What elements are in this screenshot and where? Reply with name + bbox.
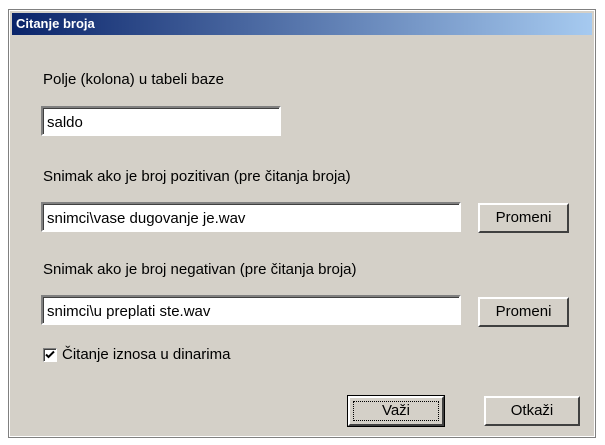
ok-button-label: Važi	[381, 402, 411, 419]
positive-change-button-label: Promeni	[495, 209, 552, 226]
ok-button[interactable]: Važi	[347, 395, 445, 427]
cancel-button[interactable]: Otkaži	[484, 396, 580, 426]
dialog-window: Citanje broja Polje (kolona) u tabeli ba…	[9, 10, 595, 437]
cancel-button-label: Otkaži	[510, 402, 554, 419]
field-label: Polje (kolona) u tabeli baze	[43, 71, 224, 88]
negative-change-button-label: Promeni	[495, 303, 552, 320]
negative-recording-input[interactable]: snimci\u preplati ste.wav	[41, 295, 461, 325]
check-mark-icon	[45, 350, 55, 359]
currency-checkbox-label[interactable]: Čitanje iznosa u dinarima	[62, 346, 230, 363]
negative-recording-label: Snimak ako je broj negativan (pre čitanj…	[43, 261, 357, 278]
title-bar[interactable]: Citanje broja	[12, 13, 592, 35]
positive-recording-label: Snimak ako je broj pozitivan (pre čitanj…	[43, 168, 351, 185]
positive-recording-input[interactable]: snimci\vase dugovanje je.wav	[41, 202, 461, 232]
negative-change-button[interactable]: Promeni	[478, 297, 569, 327]
currency-checkbox[interactable]	[43, 348, 57, 362]
field-input[interactable]: saldo	[41, 106, 281, 136]
window-title: Citanje broja	[16, 16, 95, 31]
positive-change-button[interactable]: Promeni	[478, 203, 569, 233]
